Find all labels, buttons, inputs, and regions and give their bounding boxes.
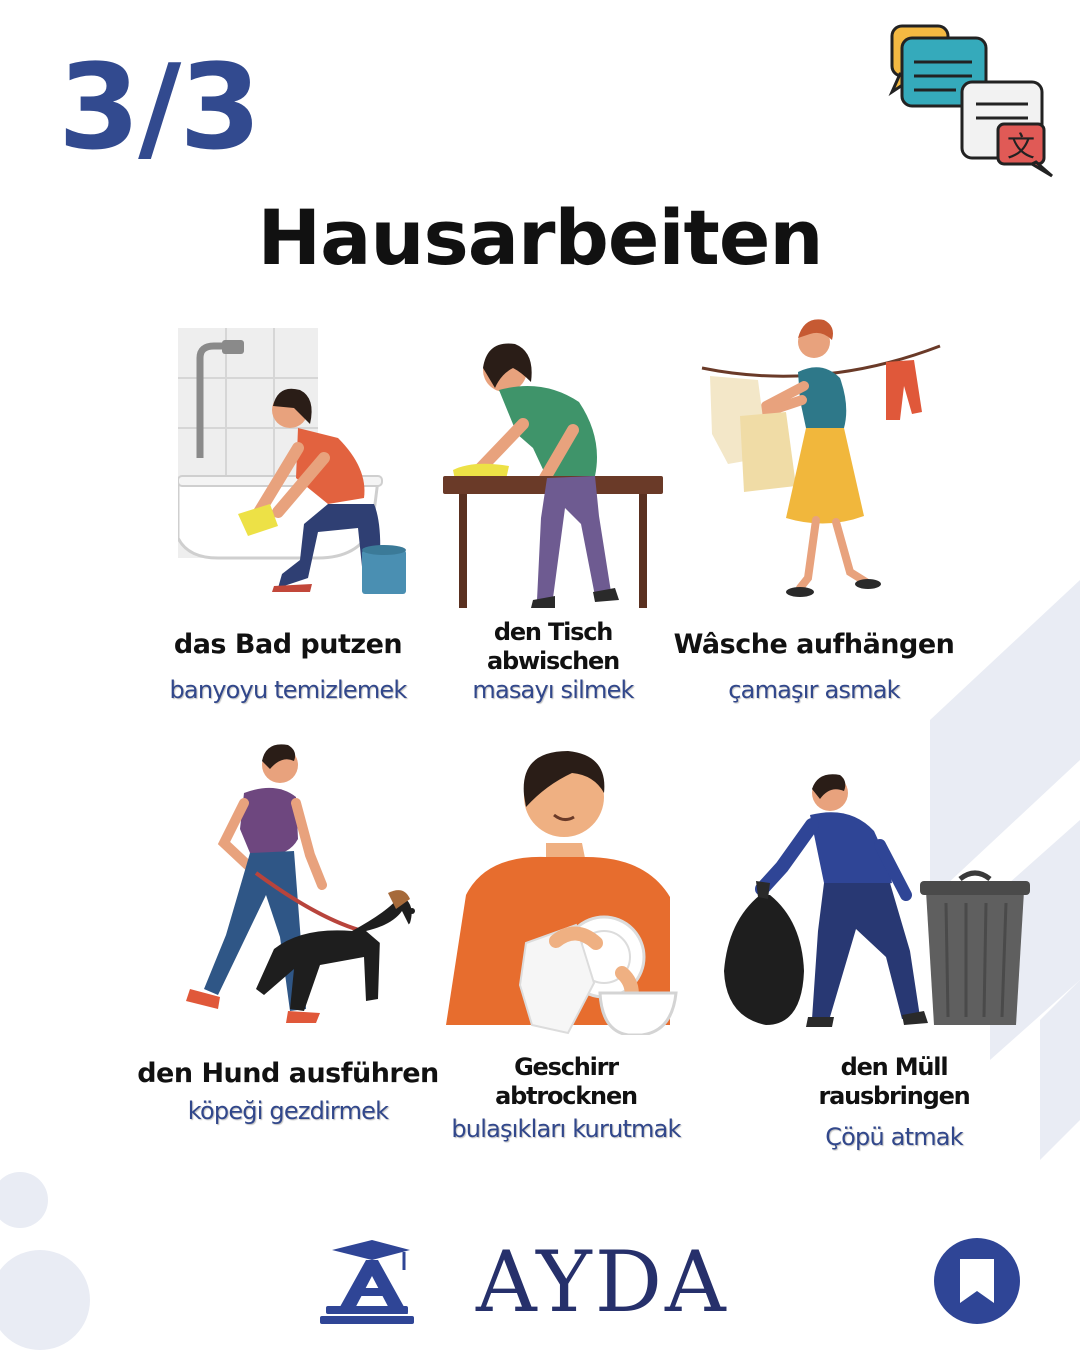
bookmark-icon (960, 1259, 994, 1303)
term-text-line2: abtrocknen (495, 1082, 638, 1110)
card-dog-walking: den Hund ausführen köpeği gezdirmek (128, 735, 448, 1135)
card-dish-drying: Geschirr abtrocknen bulaşıkları kurutmak (406, 735, 726, 1155)
translation-chat-icon: A 文 (888, 24, 1053, 178)
graduation-cap-logo-icon (320, 1240, 414, 1324)
brand-name: AYDA (476, 1233, 729, 1331)
term-text: den Hund ausführen (137, 1058, 439, 1089)
term-text: Wâsche aufhängen (673, 629, 955, 660)
term-text-line2: rausbringen (818, 1082, 970, 1110)
translation-text: köpeği gezdirmek (187, 1097, 389, 1125)
bathtub-cleaning-icon (178, 328, 418, 608)
bookmark-button[interactable] (934, 1238, 1020, 1324)
translation-text: Çöpü atmak (825, 1123, 963, 1151)
dog-walking-icon (182, 739, 422, 1029)
translation-text: bulaşıkları kurutmak (451, 1115, 681, 1143)
card-laundry-hanging: Wâsche aufhängen çamaşır asmak (654, 319, 974, 720)
page-counter: 3/3 (58, 38, 261, 176)
page-title: Hausarbeiten (257, 193, 824, 282)
dish-drying-icon (446, 745, 686, 1035)
svg-text:文: 文 (1007, 130, 1035, 163)
trash-out-icon (720, 771, 1030, 1031)
table-wiping-icon (443, 338, 668, 618)
card-trash-out: den Müll rausbringen Çöpü atmak (724, 735, 1054, 1155)
translation-text: çamaşır asmak (728, 676, 900, 704)
term-text-line1: den Müll (840, 1053, 949, 1081)
term-text-line1: Geschirr (514, 1053, 619, 1081)
laundry-hanging-icon (700, 316, 948, 606)
